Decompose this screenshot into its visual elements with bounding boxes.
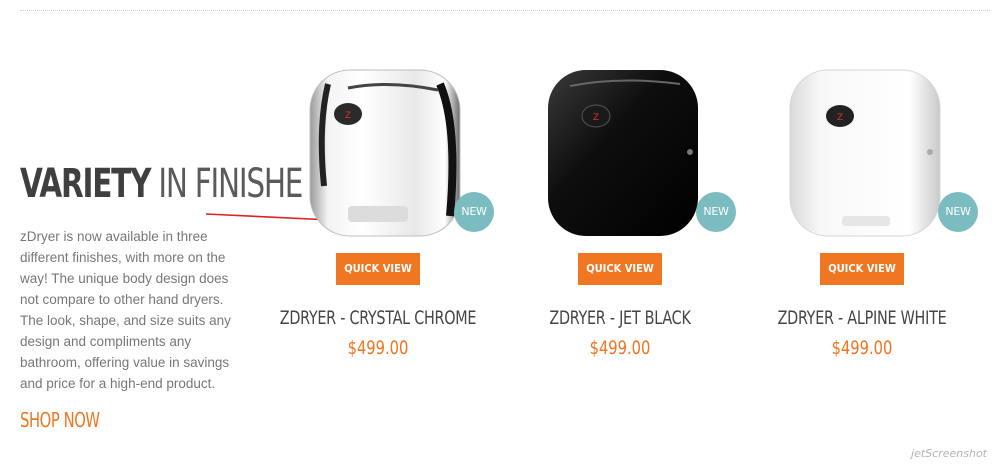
quick-view-button[interactable]: QUICK VIEW: [578, 253, 662, 285]
hand-dryer-black-image: Z: [548, 70, 698, 236]
product-name[interactable]: ZDRYER - ALPINE WHITE: [761, 307, 963, 329]
promo-description: zDryer is now available in three differe…: [20, 229, 231, 391]
product-card-crystal-chrome: Z NEW QUICK VIEW ZDRYER - CRYSTAL CHROME…: [258, 66, 498, 359]
top-divider: [20, 10, 990, 11]
product-image-white[interactable]: Z NEW: [772, 66, 978, 241]
svg-text:Z: Z: [345, 111, 351, 121]
product-name[interactable]: ZDRYER - CRYSTAL CHROME: [277, 307, 479, 329]
svg-text:Z: Z: [593, 113, 599, 123]
new-badge: NEW: [938, 192, 978, 232]
product-card-jet-black: Z NEW QUICK VIEW ZDRYER - JET BLACK $499…: [500, 66, 740, 359]
hand-dryer-white-image: Z: [789, 69, 941, 237]
new-badge: NEW: [696, 192, 736, 232]
watermark: jetScreenshot: [911, 447, 987, 460]
product-price: $499.00: [831, 337, 893, 359]
svg-text:Z: Z: [837, 113, 843, 123]
new-badge: NEW: [454, 192, 494, 232]
product-image-chrome[interactable]: Z NEW: [288, 66, 494, 241]
shop-now-link[interactable]: SHOP NOW: [20, 408, 100, 432]
product-name[interactable]: ZDRYER - JET BLACK: [519, 307, 721, 329]
quick-view-button[interactable]: QUICK VIEW: [820, 253, 904, 285]
promo-heading-strong: VARIETY: [20, 161, 151, 207]
product-price: $499.00: [347, 337, 409, 359]
product-image-black[interactable]: Z NEW: [530, 66, 736, 241]
product-card-alpine-white: Z NEW QUICK VIEW ZDRYER - ALPINE WHITE $…: [742, 66, 982, 359]
hand-dryer-chrome-image: Z: [309, 69, 461, 237]
quick-view-button[interactable]: QUICK VIEW: [336, 253, 420, 285]
product-price: $499.00: [589, 337, 651, 359]
